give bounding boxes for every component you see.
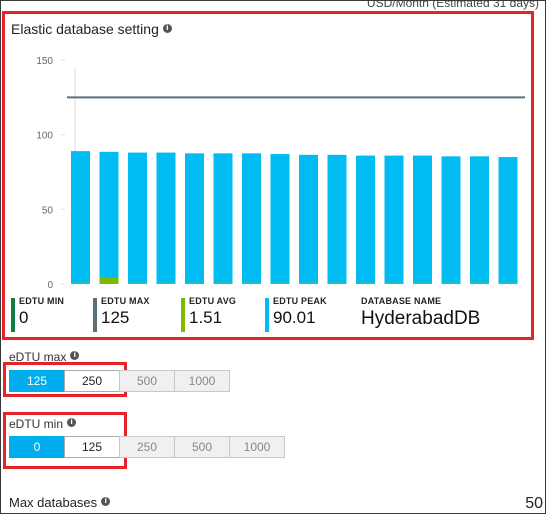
edtu-avg-bar <box>441 282 461 284</box>
edtu-peak-bar <box>99 151 119 284</box>
stat-label: DATABASE NAME <box>361 296 442 306</box>
stat-swatch <box>265 298 269 332</box>
stat-edtu-max: EDTU MAX 125 <box>93 296 150 334</box>
y-tick-label: 0 <box>47 280 53 290</box>
max-databases-label: Max databases i <box>9 495 111 510</box>
elastic-database-setting-panel: Elastic database setting i 150 100 50 0 EDTU… <box>2 11 534 340</box>
edtu-avg-bar <box>71 282 90 284</box>
edtu-peak-bar <box>356 155 375 284</box>
edtu-avg-bar <box>99 277 119 284</box>
edtu-peak-bar <box>470 156 489 284</box>
edtu-peak-bar <box>299 154 318 284</box>
edtu-min-option-1000[interactable]: 1000 <box>229 436 285 458</box>
edtu-avg-bar <box>356 282 375 284</box>
stat-swatch <box>181 298 185 332</box>
edtu-peak-bar <box>413 155 432 284</box>
edtu-max-option-250[interactable]: 250 <box>64 370 120 392</box>
edtu-peak-bar <box>128 152 147 284</box>
edtu-min-label: eDTU min i <box>9 417 77 431</box>
panel-title-text: Elastic database setting <box>11 21 159 37</box>
stat-database-name: DATABASE NAME HyderabadDB <box>353 296 480 334</box>
edtu-min-label-text: eDTU min <box>9 417 64 431</box>
elastic-pool-blade: USD/Month (Estimated 31 days) Elastic da… <box>0 0 546 514</box>
stat-value: HyderabadDB <box>361 308 481 329</box>
edtu-avg-bar <box>327 282 347 284</box>
stat-value: 1.51 <box>189 308 223 327</box>
info-icon[interactable]: i <box>70 351 80 360</box>
edtu-peak-bar <box>441 156 461 284</box>
stat-value: 0 <box>19 308 29 327</box>
stat-label: EDTU PEAK <box>273 296 327 306</box>
price-caption: USD/Month (Estimated 31 days) <box>366 0 539 10</box>
info-icon[interactable]: i <box>162 24 172 33</box>
y-tick-label: 50 <box>42 205 54 216</box>
edtu-peak-bar <box>384 155 404 284</box>
edtu-peak-bar <box>156 152 176 284</box>
edtu-min-option-500[interactable]: 500 <box>174 436 230 458</box>
stat-value: 90.01 <box>273 308 316 327</box>
stat-label: EDTU AVG <box>189 296 237 306</box>
edtu-avg-bar <box>270 282 290 284</box>
max-databases-label-text: Max databases <box>9 495 98 510</box>
edtu-min-option-125[interactable]: 125 <box>64 436 120 458</box>
edtu-avg-bar <box>156 282 176 284</box>
edtu-min-option-250[interactable]: 250 <box>119 436 175 458</box>
edtu-avg-bar <box>242 282 261 284</box>
edtu-avg-bar <box>299 282 318 284</box>
stat-value: 125 <box>101 308 130 327</box>
stat-label: EDTU MIN <box>19 296 65 306</box>
edtu-peak-bar <box>185 153 204 284</box>
edtu-min-option-0[interactable]: 0 <box>9 436 65 458</box>
edtu-avg-bar <box>185 282 204 284</box>
y-tick-label: 100 <box>36 131 53 142</box>
edtu-avg-bar <box>384 282 404 284</box>
edtu-avg-bar <box>413 282 432 284</box>
edtu-max-option-500[interactable]: 500 <box>119 370 175 392</box>
edtu-max-option-125[interactable]: 125 <box>9 370 65 392</box>
info-icon[interactable]: i <box>67 418 77 427</box>
edtu-peak-bar <box>270 154 290 284</box>
edtu-stats: EDTU MIN 0 EDTU MAX 125 EDTU AVG 1.51 ED… <box>11 296 526 336</box>
info-icon[interactable]: i <box>101 497 111 506</box>
y-tick-label: 150 <box>36 56 53 67</box>
edtu-avg-bar <box>470 282 489 284</box>
stat-swatch <box>11 298 15 332</box>
stat-edtu-peak: EDTU PEAK 90.01 <box>265 296 327 334</box>
edtu-peak-bar <box>327 154 347 284</box>
edtu-peak-bar <box>242 153 261 284</box>
edtu-avg-bar <box>498 282 518 284</box>
panel-title: Elastic database setting i <box>11 21 172 37</box>
stat-edtu-avg: EDTU AVG 1.51 <box>181 296 236 334</box>
edtu-peak-bar <box>498 157 518 284</box>
edtu-peak-bar <box>71 151 90 284</box>
stat-edtu-min: EDTU MIN 0 <box>11 296 64 334</box>
edtu-peak-bar <box>213 153 233 284</box>
edtu-usage-chart: 150 100 50 0 <box>36 56 525 290</box>
max-databases-value: 50 <box>525 495 543 512</box>
edtu-avg-bar <box>128 282 147 284</box>
stat-label: EDTU MAX <box>101 296 150 306</box>
edtu-avg-bar <box>213 282 233 284</box>
stat-swatch <box>93 298 97 332</box>
edtu-max-option-1000[interactable]: 1000 <box>174 370 230 392</box>
